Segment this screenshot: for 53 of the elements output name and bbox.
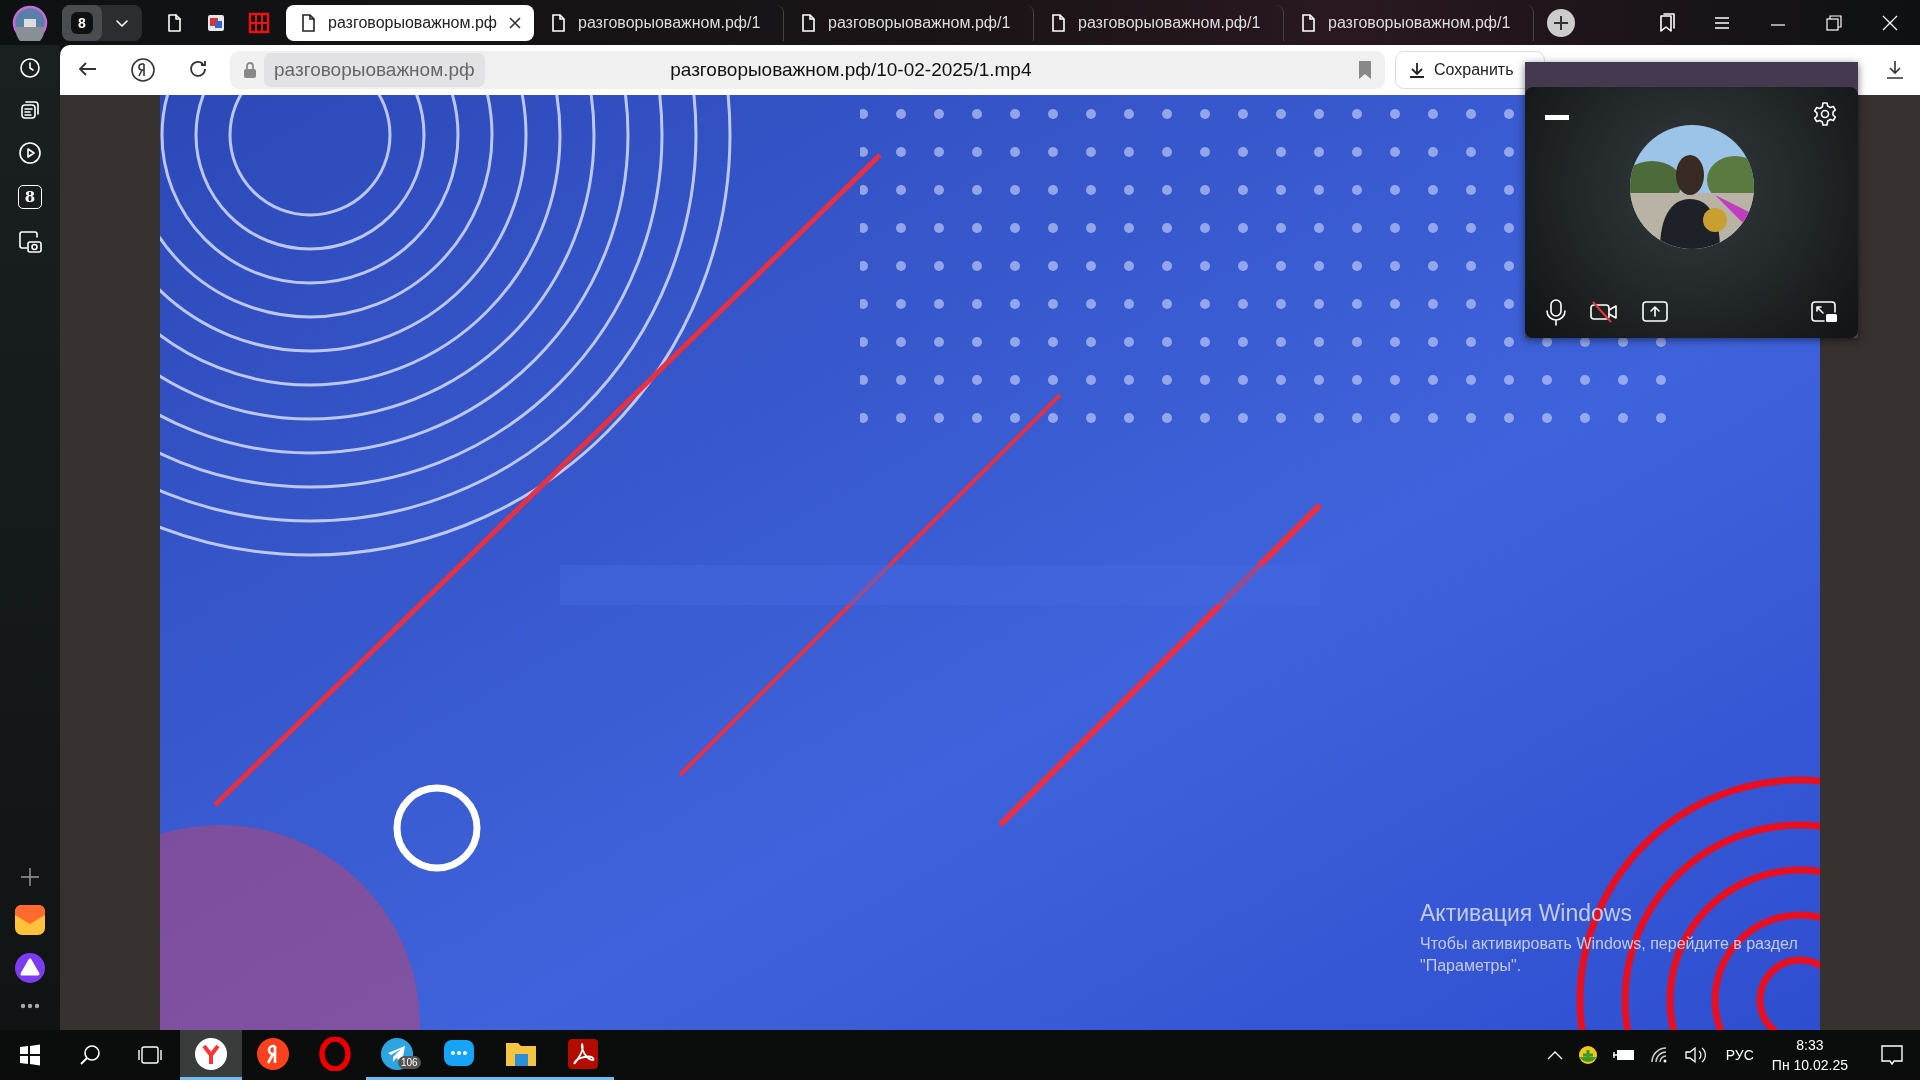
clock-date[interactable]: Пн 10.02.25 [1771, 1057, 1848, 1073]
address-bar[interactable]: разговорыоважном.рф разговорыоважном.рф/10-02-2025/1.mp4 [230, 51, 1385, 89]
browser-tab[interactable]: разговорыоважном.рф/1 [1286, 4, 1534, 41]
lock-icon [242, 61, 258, 79]
ring-icon [318, 1036, 352, 1071]
download-icon [1408, 61, 1426, 79]
page-url: разговорыоважном.рф/10-02-2025/1.mp4 [669, 59, 1033, 81]
tab-count-button[interactable]: 8 [18, 185, 42, 209]
battery-icon[interactable] [1611, 1048, 1636, 1062]
chevron-up-icon[interactable] [1545, 1049, 1564, 1061]
mail-icon[interactable] [14, 904, 46, 936]
new-tab-button[interactable] [1546, 7, 1576, 38]
screenshot-icon[interactable] [17, 229, 43, 255]
count-badge: 106 [398, 1056, 421, 1069]
taskbar-app[interactable] [180, 1030, 242, 1080]
yandex-logo-icon[interactable] [130, 57, 156, 83]
windows-start-icon[interactable] [19, 1044, 41, 1066]
yandex-icon [256, 1036, 290, 1071]
plus-badge-icon[interactable] [1577, 1045, 1598, 1065]
tab-title: разговорыоважном.рф/1 [828, 13, 1012, 32]
bookmark-icon[interactable] [1357, 60, 1373, 80]
tab-count: 8 [71, 11, 93, 34]
download-icon[interactable] [1884, 59, 1906, 81]
tab-title: разговорыоважном.рф/1 [1078, 13, 1262, 32]
site-chip[interactable]: разговорыоважном.рф [264, 53, 485, 87]
clock-icon[interactable] [19, 57, 41, 79]
profile-avatar[interactable] [12, 4, 48, 41]
logo-icon[interactable] [248, 11, 270, 34]
plus-icon[interactable] [19, 866, 41, 888]
taskbar-app[interactable]: 106 [366, 1030, 428, 1080]
search-icon[interactable] [79, 1044, 101, 1066]
close-icon[interactable] [508, 15, 522, 30]
tab-group[interactable]: 8 [62, 4, 142, 41]
collections-icon[interactable] [19, 99, 41, 121]
speaker-icon[interactable] [1683, 1046, 1708, 1064]
browser-tab[interactable]: разговорыоважном.рф [286, 4, 534, 41]
browser-icon [194, 1036, 228, 1071]
browser-tab[interactable]: разговорыоважном.рф/1 [786, 4, 1034, 41]
browser-tab[interactable]: разговорыоважном.рф/1 [1036, 4, 1284, 41]
browser-tab[interactable]: разговорыоважном.рф/1 [536, 4, 784, 41]
play-icon[interactable] [18, 141, 42, 165]
task-view-icon[interactable] [137, 1044, 163, 1066]
alice-icon[interactable] [14, 952, 46, 984]
clock-time[interactable]: 8:33 [1796, 1037, 1824, 1053]
notifications-icon[interactable] [1880, 1043, 1904, 1067]
restore-icon[interactable] [1824, 12, 1844, 33]
language-indicator[interactable]: РУС [1725, 1047, 1754, 1063]
document-icon [566, 1036, 600, 1071]
save-button[interactable]: Сохранить [1395, 51, 1545, 89]
tab-title: разговорыоважном.рф/1 [578, 13, 762, 32]
app-icon[interactable] [206, 12, 226, 33]
tab-title: разговорыоважном.рф/1 [1328, 13, 1512, 32]
tab-title: разговорыоважном.рф [328, 13, 498, 32]
